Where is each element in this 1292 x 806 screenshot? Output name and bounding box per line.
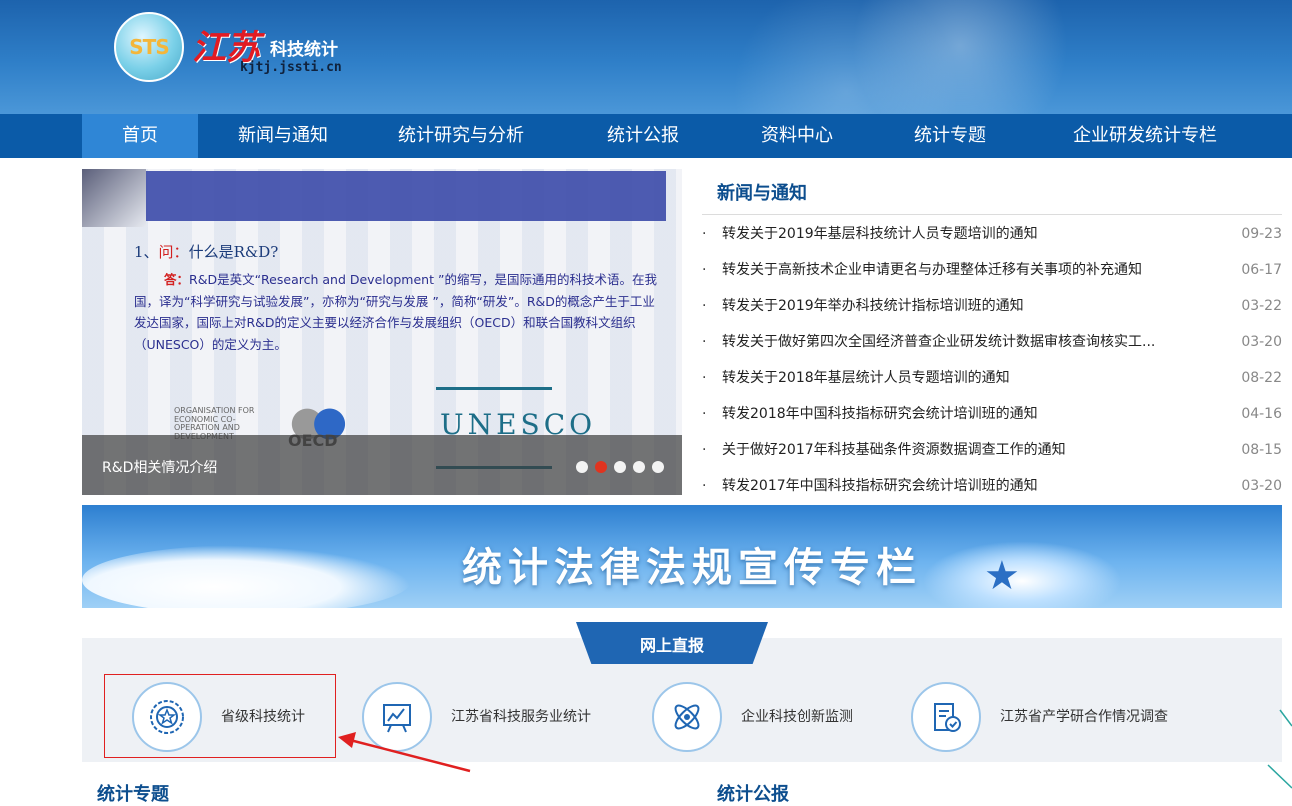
news-list: · 转发关于2019年基层科技统计人员专题培训的通知 09-23 · 转发关于高新技术… <box>702 216 1282 504</box>
news-item-title[interactable]: 转发关于2018年基层统计人员专题培训的通知 <box>722 360 1192 396</box>
nav-item-topics[interactable]: 统计专题 <box>862 114 1038 158</box>
news-item[interactable]: · 关于做好2017年科技基础条件资源数据调查工作的通知 08-15 <box>702 432 1282 468</box>
report-item-label[interactable]: 江苏省产学研合作情况调查 <box>1000 706 1168 726</box>
logo-url: kjtj.jssti.cn <box>240 60 342 75</box>
slide-thumbnail-image <box>82 169 146 227</box>
logo-title[interactable]: 科技统计 <box>270 35 338 60</box>
news-item[interactable]: · 转发关于高新技术企业申请更名与办理整体迁移有关事项的补充通知 06-17 <box>702 252 1282 288</box>
slide-topbar <box>146 171 666 221</box>
slide-answer-prefix: 答： <box>164 272 190 287</box>
site-header: STS 江苏 科技统计 kjtj.jssti.cn <box>0 0 1292 114</box>
bullet-icon: · <box>702 370 707 386</box>
bullet-icon: · <box>702 334 707 350</box>
main-nav: 首页 新闻与通知 统计研究与分析 统计公报 资料中心 统计专题 企业研发统计专栏 <box>0 114 1292 158</box>
slide-answer-text: R&D是英文“Research and Development ”的缩写，是国际… <box>134 272 657 352</box>
news-item-title[interactable]: 转发关于2019年基层科技统计人员专题培训的通知 <box>722 216 1192 252</box>
news-item[interactable]: · 转发2017年中国科技指标研究会统计培训班的通知 03-20 <box>702 468 1282 504</box>
clipboard-check-icon[interactable] <box>911 682 981 752</box>
atom-icon[interactable] <box>652 682 722 752</box>
slide-caption[interactable]: R&D相关情况介绍 <box>102 457 217 477</box>
report-item-label[interactable]: 企业科技创新监测 <box>741 706 853 726</box>
section-title-bulletin[interactable]: 统计公报 <box>717 780 789 806</box>
nav-item-resources[interactable]: 资料中心 <box>732 114 862 158</box>
nav-item-news[interactable]: 新闻与通知 <box>198 114 368 158</box>
banner-title: 统计法律法规宣传专栏 <box>462 545 922 591</box>
news-item-title[interactable]: 转发2018年中国科技指标研究会统计培训班的通知 <box>722 396 1192 432</box>
glow-decoration <box>922 541 1122 608</box>
news-item-date: 06-17 <box>1241 262 1282 278</box>
slider-dot-active[interactable] <box>595 461 607 473</box>
news-divider <box>702 214 1282 215</box>
slide-answer: 答：R&D是英文“Research and Development ”的缩写，是… <box>134 269 664 355</box>
image-slider[interactable]: 1、问：什么是R&D? 答：R&D是英文“Research and Develo… <box>82 169 682 495</box>
slider-dot[interactable] <box>576 461 588 473</box>
news-item-title[interactable]: 转发关于做好第四次全国经济普查企业研发统计数据审核查询核实工... <box>722 324 1192 360</box>
news-item-date: 03-22 <box>1241 298 1282 314</box>
report-item-label[interactable]: 江苏省科技服务业统计 <box>451 706 591 726</box>
section-title-topics[interactable]: 统计专题 <box>97 780 169 806</box>
slider-dot[interactable] <box>614 461 626 473</box>
cloud-decoration <box>82 545 412 608</box>
slide-question-prefix: 问： <box>158 243 189 261</box>
news-item-title[interactable]: 转发关于2019年举办科技统计指标培训班的通知 <box>722 288 1192 324</box>
nav-item-research[interactable]: 统计研究与分析 <box>368 114 554 158</box>
nav-item-enterprise-rd[interactable]: 企业研发统计专栏 <box>1038 114 1252 158</box>
news-item[interactable]: · 转发关于2019年基层科技统计人员专题培训的通知 09-23 <box>702 216 1282 252</box>
bullet-icon: · <box>702 406 707 422</box>
highlight-annotation <box>104 674 336 758</box>
news-item-title[interactable]: 转发关于高新技术企业申请更名与办理整体迁移有关事项的补充通知 <box>722 252 1192 288</box>
news-item-date: 03-20 <box>1241 334 1282 350</box>
news-section-title[interactable]: 新闻与通知 <box>717 179 807 205</box>
bullet-icon: · <box>702 478 707 494</box>
bullet-icon: · <box>702 298 707 314</box>
news-item-date: 03-20 <box>1241 478 1282 494</box>
slide-question-number: 1、 <box>134 243 159 261</box>
slider-dots <box>576 461 664 473</box>
news-item[interactable]: · 转发2018年中国科技指标研究会统计培训班的通知 04-16 <box>702 396 1282 432</box>
news-item[interactable]: · 转发关于2019年举办科技统计指标培训班的通知 03-22 <box>702 288 1282 324</box>
online-report-tab-label: 网上直报 <box>639 636 704 655</box>
news-item-date: 08-15 <box>1241 442 1282 458</box>
bullet-icon: · <box>702 262 707 278</box>
corner-decoration <box>1267 709 1292 789</box>
news-item-title[interactable]: 关于做好2017年科技基础条件资源数据调查工作的通知 <box>722 432 1192 468</box>
slider-dot[interactable] <box>652 461 664 473</box>
nav-item-home[interactable]: 首页 <box>82 114 198 158</box>
news-item[interactable]: · 转发关于2018年基层统计人员专题培训的通知 08-22 <box>702 360 1282 396</box>
star-icon: ★ <box>984 553 1020 599</box>
news-item-date: 04-16 <box>1241 406 1282 422</box>
news-item-title[interactable]: 转发2017年中国科技指标研究会统计培训班的通知 <box>722 468 1192 504</box>
bullet-icon: · <box>702 226 707 242</box>
bullet-icon: · <box>702 442 707 458</box>
logo-icon[interactable]: STS <box>114 12 184 82</box>
header-decoration <box>732 0 1112 114</box>
law-banner[interactable]: ★ 统计法律法规宣传专栏 <box>82 505 1282 608</box>
news-item-date: 09-23 <box>1241 226 1282 242</box>
nav-item-bulletin[interactable]: 统计公报 <box>554 114 732 158</box>
slider-dot[interactable] <box>633 461 645 473</box>
news-item[interactable]: · 转发关于做好第四次全国经济普查企业研发统计数据审核查询核实工... 03-20 <box>702 324 1282 360</box>
arrow-annotation-icon <box>338 732 471 773</box>
slide-question: 1、问：什么是R&D? <box>134 241 278 262</box>
slide-question-text: 什么是R&D? <box>188 243 279 261</box>
news-item-date: 08-22 <box>1241 370 1282 386</box>
logo-mark: STS <box>129 35 169 59</box>
